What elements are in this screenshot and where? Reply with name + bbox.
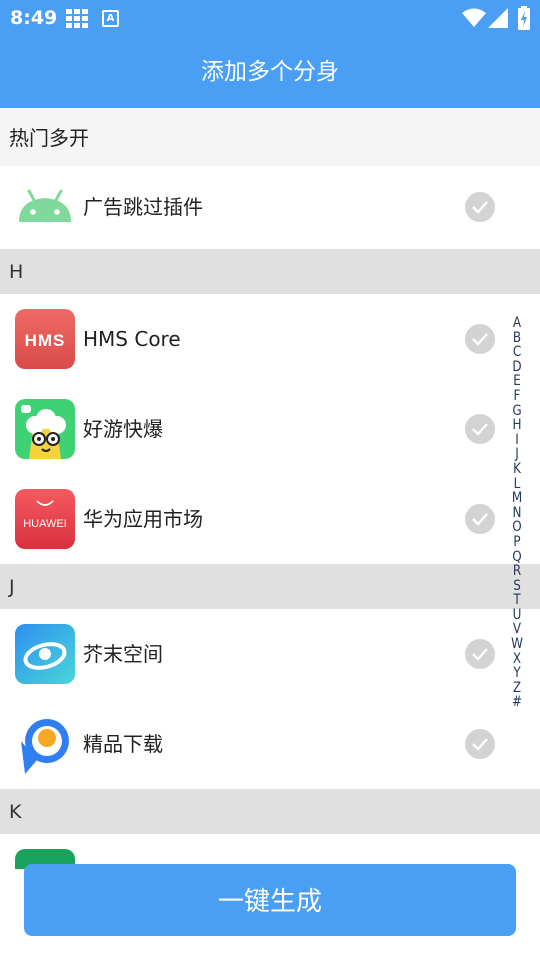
index-letter[interactable]: G — [507, 403, 528, 419]
index-letter[interactable]: C — [507, 345, 528, 360]
status-bar: 8:49 A — [0, 0, 540, 36]
app-list: 热门多开 广告跳过插件 H HMS HMS Core 好游快爆 HUAWEI 华… — [0, 108, 540, 834]
section-header-k: K — [0, 789, 540, 834]
app-name: HMS Core — [83, 327, 181, 351]
notification-a-icon: A — [102, 10, 119, 27]
index-letter[interactable]: L — [507, 476, 528, 492]
index-letter[interactable]: K — [507, 462, 528, 477]
check-icon — [472, 513, 488, 526]
jiemo-space-icon — [15, 624, 75, 684]
index-letter[interactable]: N — [507, 506, 528, 521]
cellular-signal-icon — [488, 8, 508, 28]
list-item[interactable]: 芥末空间 — [0, 609, 540, 699]
select-checkbox[interactable] — [465, 324, 495, 354]
index-letter[interactable]: J — [507, 447, 528, 462]
list-item[interactable]: HMS HMS Core — [0, 294, 540, 384]
index-letter[interactable]: H — [507, 418, 528, 433]
wifi-icon — [462, 8, 486, 27]
index-letter[interactable]: T — [507, 593, 528, 608]
index-letter[interactable]: O — [507, 520, 528, 535]
apps-grid-icon — [66, 9, 88, 28]
battery-charging-icon — [518, 6, 530, 30]
index-letter[interactable]: U — [507, 608, 528, 623]
jingpin-download-icon — [15, 714, 75, 774]
huawei-appgallery-icon: HUAWEI — [15, 489, 75, 549]
hms-core-icon: HMS — [15, 309, 75, 369]
android-icon — [15, 178, 75, 238]
index-letter[interactable]: Y — [507, 666, 528, 681]
select-checkbox[interactable] — [465, 192, 495, 222]
index-letter[interactable]: D — [507, 360, 528, 375]
index-letter[interactable]: A — [507, 316, 528, 331]
index-letter[interactable]: W — [507, 637, 528, 652]
index-letter[interactable]: X — [507, 652, 528, 667]
check-icon — [472, 738, 488, 751]
list-item[interactable]: 精品下载 — [0, 699, 540, 789]
index-letter[interactable]: P — [507, 535, 528, 550]
alphabet-index[interactable]: A B C D E F G H I J K L M N O P Q R S T U V W X Y Z # — [506, 316, 528, 710]
app-name: 广告跳过插件 — [83, 195, 203, 219]
index-letter[interactable]: Z — [507, 681, 528, 696]
svg-text:HMS: HMS — [25, 331, 66, 350]
select-checkbox[interactable] — [465, 504, 495, 534]
page-title: 添加多个分身 — [0, 36, 540, 108]
index-letter[interactable]: Q — [507, 549, 528, 565]
select-checkbox[interactable] — [465, 729, 495, 759]
index-letter[interactable]: V — [507, 622, 528, 637]
check-icon — [472, 648, 488, 661]
list-item[interactable]: HUAWEI 华为应用市场 — [0, 474, 540, 564]
app-name: 芥末空间 — [83, 642, 163, 666]
index-letter[interactable]: R — [507, 564, 528, 579]
section-header-h: H — [0, 249, 540, 294]
generate-button[interactable]: 一键生成 — [24, 864, 516, 936]
list-item[interactable]: 广告跳过插件 — [0, 166, 540, 249]
check-icon — [472, 201, 488, 214]
index-letter[interactable]: M — [507, 491, 528, 506]
index-letter[interactable]: F — [507, 389, 528, 404]
app-name: 精品下载 — [83, 732, 163, 756]
select-checkbox[interactable] — [465, 414, 495, 444]
app-name: 华为应用市场 — [83, 507, 203, 531]
select-checkbox[interactable] — [465, 639, 495, 669]
status-time: 8:49 — [10, 7, 58, 29]
check-icon — [472, 423, 488, 436]
haoyoukuaibao-icon — [15, 399, 75, 459]
index-letter[interactable]: S — [507, 579, 528, 594]
index-letter[interactable]: # — [507, 695, 528, 710]
check-icon — [472, 333, 488, 346]
app-name: 好游快爆 — [83, 417, 163, 441]
index-letter[interactable]: B — [507, 330, 528, 346]
section-header-j: J — [0, 564, 540, 609]
svg-text:HUAWEI: HUAWEI — [23, 518, 67, 530]
index-letter[interactable]: E — [507, 374, 528, 389]
hot-section-header: 热门多开 — [0, 108, 540, 166]
list-item[interactable]: 好游快爆 — [0, 384, 540, 474]
index-letter[interactable]: I — [507, 433, 528, 448]
